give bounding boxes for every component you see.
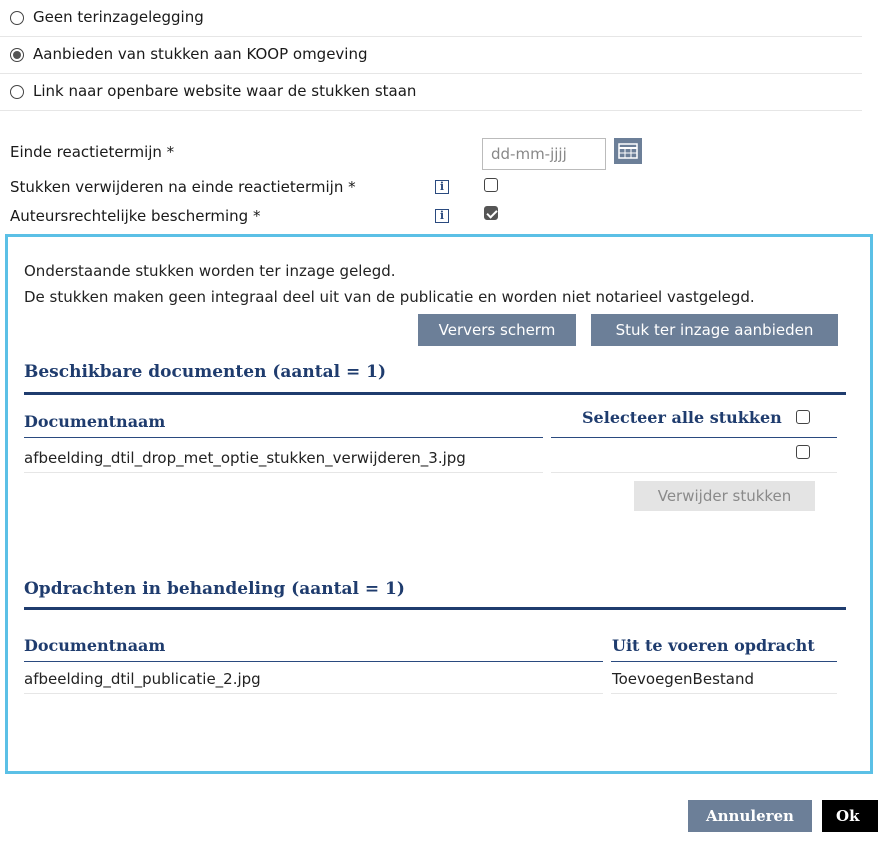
radio-option-geen[interactable]: Geen terinzagelegging xyxy=(0,0,862,37)
col-divider xyxy=(24,437,543,438)
auteursrecht-checkbox[interactable] xyxy=(484,206,498,220)
opdrachten-title: Opdrachten in behandeling (aantal = 1) xyxy=(24,579,405,599)
annuleren-button[interactable]: Annuleren xyxy=(688,800,812,832)
radio-option-link[interactable]: Link naar openbare website waar de stukk… xyxy=(0,74,862,111)
radio-koop-label: Aanbieden van stukken aan KOOP omgeving xyxy=(33,45,368,63)
radio-link-label: Link naar openbare website waar de stukk… xyxy=(33,82,417,100)
stukken-verwijderen-checkbox[interactable] xyxy=(484,178,498,192)
col-uit-te-voeren-opdracht: Uit te voeren opdracht xyxy=(612,636,815,655)
ok-button[interactable]: Ok ❯ xyxy=(822,800,878,857)
info-icon[interactable]: i xyxy=(435,180,449,194)
row-select-checkbox[interactable] xyxy=(796,445,810,459)
col-divider xyxy=(551,437,837,438)
row-divider xyxy=(24,472,543,473)
beschikbare-documenten-title: Beschikbare documenten (aantal = 1) xyxy=(24,362,387,382)
row-divider xyxy=(551,472,837,473)
chevron-right-icon: ❯ xyxy=(842,839,855,857)
ververs-scherm-button[interactable]: Ververs scherm xyxy=(418,314,576,346)
document-name: afbeelding_dtil_publicatie_2.jpg xyxy=(24,670,261,688)
auteursrecht-label: Auteursrechtelijke bescherming * xyxy=(10,207,261,225)
radio-option-koop[interactable]: Aanbieden van stukken aan KOOP omgeving xyxy=(0,37,862,74)
row-divider xyxy=(24,693,603,694)
opdracht-value: ToevoegenBestand xyxy=(612,670,754,688)
select-all-checkbox[interactable] xyxy=(796,410,810,424)
radio-koop[interactable] xyxy=(10,48,24,62)
col-documentnaam: Documentnaam xyxy=(24,636,166,655)
calendar-button[interactable] xyxy=(614,138,642,164)
panel-intro-line1: Onderstaande stukken worden ter inzage g… xyxy=(24,262,396,280)
col-documentnaam: Documentnaam xyxy=(24,412,166,431)
radio-geen[interactable] xyxy=(10,11,24,25)
info-icon[interactable]: i xyxy=(435,209,449,223)
document-name: afbeelding_dtil_drop_met_optie_stukken_v… xyxy=(24,449,466,467)
col-selecteer-alle: Selecteer alle stukken xyxy=(582,408,782,427)
section-divider xyxy=(24,607,846,610)
ok-label: Ok xyxy=(836,807,860,825)
einde-reactietermijn-label: Einde reactietermijn * xyxy=(10,143,175,161)
verwijder-stukken-button[interactable]: Verwijder stukken xyxy=(634,481,815,511)
stukken-verwijderen-label: Stukken verwijderen na einde reactieterm… xyxy=(10,178,356,196)
radio-link[interactable] xyxy=(10,85,24,99)
panel-intro-line2: De stukken maken geen integraal deel uit… xyxy=(24,288,755,306)
section-divider xyxy=(24,392,846,395)
col-divider xyxy=(611,661,837,662)
einde-reactietermijn-input[interactable] xyxy=(482,138,606,170)
calendar-icon xyxy=(618,143,638,159)
col-divider xyxy=(24,661,603,662)
row-divider xyxy=(611,693,837,694)
radio-geen-label: Geen terinzagelegging xyxy=(33,8,204,26)
stuk-ter-inzage-aanbieden-button[interactable]: Stuk ter inzage aanbieden xyxy=(591,314,838,346)
